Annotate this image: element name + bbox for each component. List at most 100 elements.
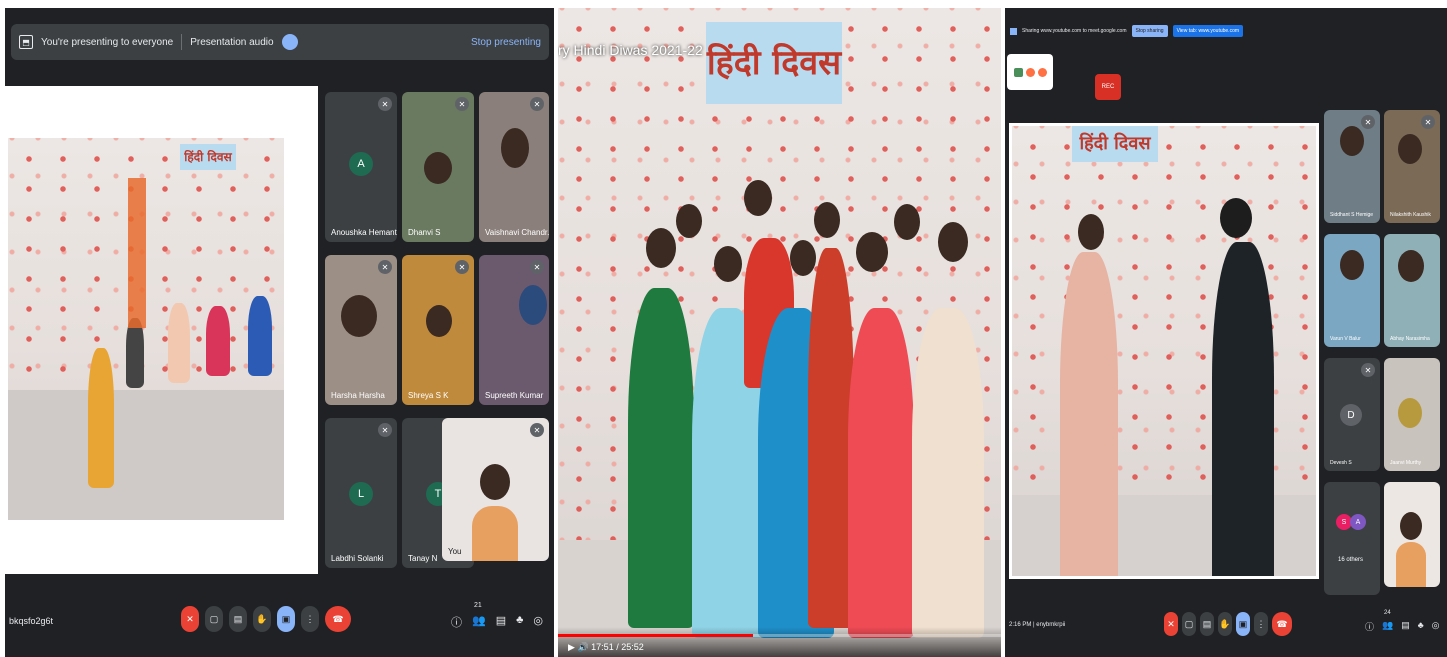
camera-button[interactable]: ▢	[205, 606, 223, 632]
child-figure	[1212, 242, 1274, 576]
presentation-audio-toggle[interactable]	[281, 34, 298, 50]
mic-off-icon: ✕	[455, 260, 469, 274]
app-icon[interactable]	[1025, 67, 1035, 77]
raise-hand-button[interactable]: ✋	[253, 606, 271, 632]
play-icon[interactable]: ▶	[568, 642, 575, 652]
sharing-bar: Sharing www.youtube.com to meet.google.c…	[1005, 20, 1447, 42]
present-screen-icon: ⬒	[19, 35, 33, 49]
leave-call-button[interactable]: ☎	[325, 606, 351, 632]
participant-tile[interactable]: ✕ Vaishnavi Chandr...	[479, 92, 549, 242]
participant-name: Vaishnavi Chandr...	[485, 228, 549, 237]
stop-sharing-button[interactable]: Stop sharing	[1131, 25, 1168, 37]
child-figure	[248, 296, 272, 376]
presenting-text: You're presenting to everyone	[41, 36, 174, 48]
participant-name: Varun V Balur	[1330, 336, 1361, 342]
mic-off-button[interactable]: ✕	[181, 606, 199, 632]
activities-icon[interactable]: ♣	[516, 614, 523, 630]
child-figure	[126, 318, 144, 388]
slide-banner: हिंदी दिवस	[180, 144, 236, 170]
mic-off-icon: ✕	[1361, 363, 1375, 377]
info-icon[interactable]: ⓘ	[451, 614, 462, 630]
participant-tile[interactable]: ✕ Shreya S K	[402, 255, 474, 405]
participant-tile[interactable]: Jaanvi Murthy	[1384, 358, 1440, 471]
participant-tile[interactable]: ✕ Supreeth Kumar	[479, 255, 549, 405]
self-view-tile[interactable]: ✕ You	[442, 418, 549, 561]
self-name: You	[448, 547, 462, 556]
mic-off-icon: ✕	[378, 423, 392, 437]
participant-name: Tanay N	[408, 554, 438, 563]
mic-off-icon: ✕	[378, 260, 392, 274]
leave-call-button[interactable]: ☎	[1272, 612, 1292, 636]
more-options-button[interactable]: ⋮	[301, 606, 319, 632]
host-controls-icon[interactable]: ◎	[1432, 620, 1440, 633]
participant-tile[interactable]: Varun V Balur	[1324, 234, 1380, 347]
self-view-tile[interactable]	[1384, 482, 1440, 587]
slide-photo: हिंदी दिवस	[8, 138, 284, 520]
participant-tile[interactable]: ✕ L Labdhi Solanki	[325, 418, 397, 568]
mic-off-button[interactable]: ✕	[1164, 612, 1178, 636]
call-controls: ✕ ▢ ▤ ✋ ▣ ⋮ ☎	[1164, 612, 1292, 636]
call-controls: ✕ ▢ ▤ ✋ ▣ ⋮ ☎	[181, 606, 351, 632]
camera-button[interactable]: ▢	[1182, 612, 1196, 636]
participant-tile[interactable]: Abhay Narasimha	[1384, 234, 1440, 347]
participant-name: Labdhi Solanki	[331, 554, 384, 563]
participant-name: Anoushka Hemanth	[331, 228, 397, 237]
player-controls: ▶ 🔊 17:51 / 25:52	[558, 627, 1001, 657]
video-title: ry Hindi Diwas 2021-22	[558, 42, 703, 58]
side-panel-icons: ⓘ 👥 24 ▤ ♣ ◎	[1365, 610, 1440, 633]
mic-off-icon: ✕	[1361, 115, 1375, 129]
participant-tile[interactable]: ✕ Harsha Harsha	[325, 255, 397, 405]
participant-name: Devesh S	[1330, 460, 1352, 466]
volume-icon[interactable]: 🔊	[577, 642, 588, 652]
view-tab-button[interactable]: View tab: www.youtube.com	[1172, 25, 1244, 37]
app-icon[interactable]	[1037, 67, 1047, 77]
people-icon[interactable]: 👥 21	[472, 602, 486, 630]
sharing-text: Sharing www.youtube.com to meet.google.c…	[1022, 28, 1127, 34]
people-icon[interactable]: 👥 24	[1382, 610, 1393, 633]
video-frame: हिंदी दिवस	[558, 8, 1001, 657]
side-panel-icons: ⓘ 👥 21 ▤ ♣ ◎	[451, 602, 543, 630]
info-icon[interactable]: ⓘ	[1365, 620, 1374, 633]
participant-name: Nilakshith Kaushik	[1390, 212, 1431, 218]
raise-hand-button[interactable]: ✋	[1218, 612, 1232, 636]
video-time: ▶ 🔊 17:51 / 25:52	[568, 642, 644, 653]
chat-icon[interactable]: ▤	[1401, 620, 1410, 633]
participant-tile[interactable]: ✕ Siddhant S Hemige	[1324, 110, 1380, 223]
shared-video: हिंदी दिवस	[1009, 123, 1319, 579]
others-tile[interactable]: S A 16 others	[1324, 482, 1380, 595]
present-button[interactable]: ▣	[277, 606, 295, 632]
divider	[181, 34, 183, 50]
shared-banner: हिंदी दिवस	[1072, 126, 1158, 162]
child-figure	[1060, 252, 1118, 576]
video-progress-bar[interactable]	[558, 634, 1001, 637]
present-button[interactable]: ▣	[1236, 612, 1250, 636]
mic-off-icon: ✕	[530, 97, 544, 111]
app-icon[interactable]	[1013, 67, 1023, 77]
time-readout: 17:51 / 25:52	[591, 642, 644, 652]
more-options-button[interactable]: ⋮	[1254, 612, 1268, 636]
participant-tile[interactable]: ✕ A Anoushka Hemanth	[325, 92, 397, 242]
presentation-audio-label: Presentation audio	[190, 36, 274, 48]
host-controls-icon[interactable]: ◎	[533, 614, 543, 630]
participant-name: Siddhant S Hemige	[1330, 212, 1374, 218]
participant-tile[interactable]: ✕ D Devesh S	[1324, 358, 1380, 471]
stop-presenting-button[interactable]: Stop presenting	[471, 37, 541, 48]
participant-tile[interactable]: ✕ Dhanvi S	[402, 92, 474, 242]
chat-icon[interactable]: ▤	[496, 614, 506, 630]
participant-count: 21	[474, 602, 482, 609]
meeting-code: bkqsfo2g6t	[9, 616, 54, 626]
mic-off-icon: ✕	[530, 423, 544, 437]
activities-icon[interactable]: ♣	[1418, 620, 1424, 633]
participant-avatar: L	[349, 482, 373, 506]
participant-avatar: D	[1340, 404, 1362, 426]
child-figure	[206, 306, 230, 376]
participant-name: Shreya S K	[408, 391, 449, 400]
captions-button[interactable]: ▤	[229, 606, 247, 632]
meet-panel-right: Sharing www.youtube.com to meet.google.c…	[1005, 8, 1447, 657]
mic-off-icon: ✕	[378, 97, 392, 111]
share-tab-icon	[1010, 27, 1017, 35]
participant-tile[interactable]: ✕ Nilakshith Kaushik	[1384, 110, 1440, 223]
participant-name: Jaanvi Murthy	[1390, 460, 1422, 466]
captions-button[interactable]: ▤	[1200, 612, 1214, 636]
app-icons	[1007, 54, 1053, 90]
